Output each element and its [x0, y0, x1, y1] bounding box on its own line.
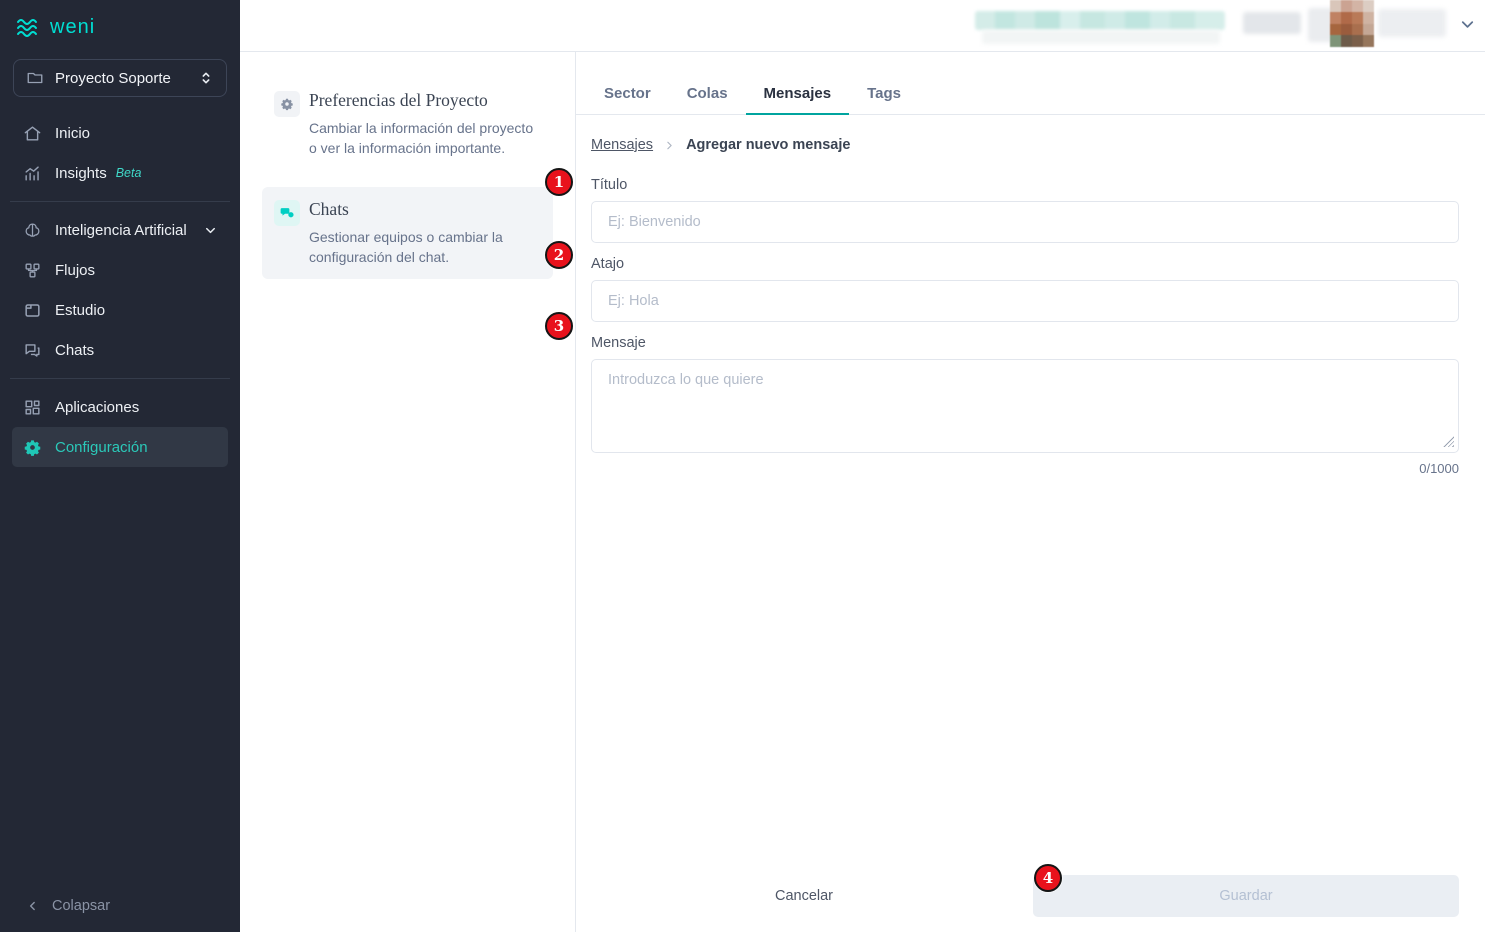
annotation-marker-2: 2	[545, 241, 573, 269]
chat-bubbles-icon	[274, 199, 300, 226]
sidebar-item-label: Insights	[55, 164, 107, 182]
atajo-label: Atajo	[591, 256, 625, 272]
settings-item-title: Chats	[309, 198, 349, 219]
gear-icon	[22, 437, 42, 457]
blurred-username	[1378, 9, 1446, 37]
blurred-account-text	[1243, 12, 1301, 34]
sidebar-item-label: Configuración	[55, 438, 148, 456]
atajo-input[interactable]	[591, 280, 1459, 322]
chevron-left-icon	[26, 899, 40, 913]
weni-logo[interactable]: weni	[0, 0, 240, 49]
top-header	[240, 0, 1485, 52]
breadcrumb-current: Agregar nuevo mensaje	[686, 137, 851, 153]
collapse-sidebar-button[interactable]: Colapsar	[0, 880, 240, 932]
chevron-down-icon	[203, 223, 218, 238]
account-menu-chevron-down-icon[interactable]	[1458, 15, 1477, 34]
gear-icon	[274, 91, 300, 117]
titulo-field-group: Título	[591, 177, 1459, 243]
waves-icon	[16, 18, 42, 38]
main-column: Preferencias del Proyecto Cambiar la inf…	[240, 0, 1485, 932]
sidebar-item-label: Inteligencia Artificial	[55, 221, 187, 239]
tabs-bar: Sector Colas Mensajes Tags	[576, 85, 1485, 115]
tab-colas[interactable]: Colas	[669, 85, 746, 114]
tab-sector[interactable]: Sector	[586, 85, 669, 114]
flows-icon	[22, 260, 42, 280]
form-footer: Cancelar Guardar	[576, 875, 1485, 932]
chats-settings-page: Sector Colas Mensajes Tags Mensajes Agre…	[576, 52, 1485, 932]
sidebar-item-inicio[interactable]: Inicio	[12, 113, 228, 153]
annotation-marker-1: 1	[545, 168, 573, 196]
sidebar-item-label: Inicio	[55, 124, 91, 142]
save-button[interactable]: Guardar	[1033, 875, 1459, 917]
settings-nav-panel: Preferencias del Proyecto Cambiar la inf…	[240, 52, 576, 932]
cancel-button[interactable]: Cancelar	[591, 875, 1017, 917]
sidebar-item-configuracion[interactable]: Configuración	[12, 427, 228, 467]
beta-badge: Beta	[115, 166, 142, 180]
blurred-text	[982, 30, 1220, 44]
char-counter: 0/1000	[1419, 461, 1459, 476]
sidebar-item-label: Estudio	[55, 301, 106, 319]
breadcrumb-mensajes-link[interactable]: Mensajes	[591, 137, 653, 153]
settings-item-description: Gestionar equipos o cambiar la configura…	[309, 228, 503, 265]
brain-icon	[22, 220, 42, 240]
sidebar-item-label: Flujos	[55, 261, 96, 279]
apps-icon	[22, 397, 42, 417]
unfold-more-icon	[198, 70, 214, 86]
sidebar: weni Proyecto Soporte Inicio Insights Be…	[0, 0, 240, 932]
tab-mensajes[interactable]: Mensajes	[745, 85, 850, 115]
sidebar-item-label: Chats	[55, 341, 95, 359]
mensaje-textarea[interactable]	[591, 359, 1459, 453]
breadcrumb: Mensajes Agregar nuevo mensaje	[576, 115, 1485, 177]
project-selector-label: Proyecto Soporte	[55, 69, 171, 87]
chevron-right-icon	[663, 139, 676, 152]
trial-badge-blurred	[975, 11, 1225, 30]
home-icon	[22, 123, 42, 143]
settings-item-chats[interactable]: Chats Gestionar equipos o cambiar la con…	[262, 186, 553, 280]
logo-text: weni	[50, 16, 96, 38]
sidebar-item-estudio[interactable]: Estudio	[12, 290, 228, 330]
mensaje-label: Mensaje	[591, 335, 646, 351]
mensaje-field-group: Mensaje	[591, 335, 1459, 453]
sidebar-item-aplicaciones[interactable]: Aplicaciones	[12, 387, 228, 427]
collapse-label: Colapsar	[52, 898, 111, 914]
sidebar-nav: Inicio Insights Beta Inteligencia Artifi…	[0, 107, 240, 467]
settings-item-description: Cambiar la información del proyecto o ve…	[309, 120, 534, 157]
sidebar-item-label: Aplicaciones	[55, 398, 140, 416]
user-avatar[interactable]	[1330, 0, 1374, 47]
sidebar-item-flujos[interactable]: Flujos	[12, 250, 228, 290]
sidebar-item-chats[interactable]: Chats	[12, 330, 228, 370]
titulo-label: Título	[591, 177, 628, 193]
settings-item-title: Preferencias del Proyecto	[309, 90, 488, 110]
sidebar-item-inteligencia-artificial[interactable]: Inteligencia Artificial	[12, 210, 228, 250]
content-area: Preferencias del Proyecto Cambiar la inf…	[240, 52, 1485, 932]
folder-icon	[26, 69, 44, 87]
atajo-field-group: Atajo	[591, 256, 1459, 322]
settings-item-preferencias[interactable]: Preferencias del Proyecto Cambiar la inf…	[262, 78, 553, 171]
sidebar-item-insights[interactable]: Insights Beta	[12, 153, 228, 193]
project-selector[interactable]: Proyecto Soporte	[13, 59, 227, 97]
sidebar-divider	[10, 378, 230, 379]
titulo-input[interactable]	[591, 201, 1459, 243]
insights-icon	[22, 163, 42, 183]
new-message-form: Título Atajo Mensaje 0/1000	[576, 177, 1485, 476]
annotation-marker-3: 3	[545, 312, 573, 340]
sidebar-divider	[10, 201, 230, 202]
studio-icon	[22, 300, 42, 320]
tab-tags[interactable]: Tags	[849, 85, 919, 114]
chats-icon	[22, 340, 42, 360]
annotation-marker-4: 4	[1034, 864, 1062, 892]
